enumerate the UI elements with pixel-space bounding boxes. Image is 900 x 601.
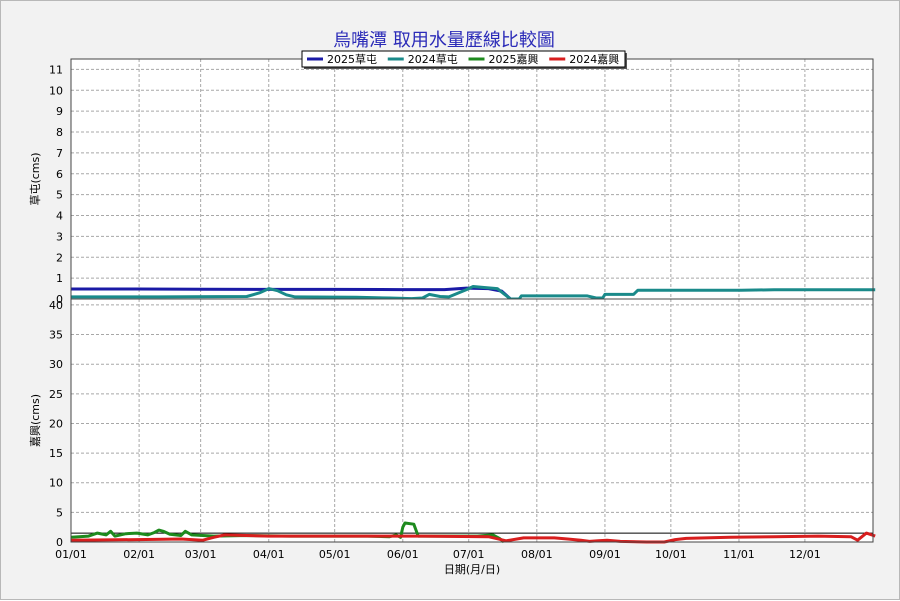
x-tick-label: 04/01 xyxy=(253,548,285,561)
panel-bottom: 0510152025303540嘉興(cms) xyxy=(28,298,876,549)
x-tick-label: 10/01 xyxy=(655,548,687,561)
y-tick-label: 11 xyxy=(49,63,63,76)
y-tick-label: 4 xyxy=(56,210,63,223)
panel-top: 01234567891011草屯(cms) xyxy=(29,58,876,306)
y-tick-label: 3 xyxy=(56,230,63,243)
y-tick-label: 5 xyxy=(56,506,63,519)
y-tick-label: 5 xyxy=(56,189,63,202)
x-tick-label: 07/01 xyxy=(453,548,485,561)
y-tick-label: 6 xyxy=(56,168,63,181)
chart-frame: 烏嘴潭 取用水量歷線比較圖 0 1 2 3 4 5 6 7 8 9 10 11 草屯(cms) 0 5 10 1… xyxy=(0,0,900,600)
x-axis-label: 日期(月/日) xyxy=(444,563,500,576)
legend-entry: 2024嘉興 xyxy=(569,52,619,66)
x-tick-label: 11/01 xyxy=(723,548,755,561)
legend: 2025草屯 2024草屯 2025嘉興 2024嘉興 xyxy=(301,50,627,69)
y-tick-label: 15 xyxy=(49,447,63,460)
x-tick-label: 03/01 xyxy=(185,548,217,561)
y-tick-label: 9 xyxy=(56,105,63,118)
chart-title: 烏嘴潭 取用水量歷線比較圖 xyxy=(333,30,555,51)
plot-area-top xyxy=(71,59,873,299)
x-tick-label: 02/01 xyxy=(123,548,155,561)
x-tick-label: 08/01 xyxy=(521,548,553,561)
y-tick-label: 2 xyxy=(56,251,63,264)
x-tick-label: 05/01 xyxy=(319,548,351,561)
y-tick-label: 25 xyxy=(49,388,63,401)
x-tick-label: 06/01 xyxy=(387,548,419,561)
plot-panels: 01234567891011草屯(cms)0510152025303540嘉興(… xyxy=(28,58,876,561)
y-axis-label-top: 草屯(cms) xyxy=(29,152,42,205)
y-tick-label: 35 xyxy=(49,329,63,342)
y-axis-label-bottom: 嘉興(cms) xyxy=(28,394,42,447)
y-tick-label: 8 xyxy=(56,126,63,139)
legend-entry: 2025嘉興 xyxy=(489,52,539,66)
y-tick-label: 1 xyxy=(56,272,63,285)
y-tick-label: 10 xyxy=(49,84,63,97)
y-tick-label: 10 xyxy=(49,477,63,490)
legend-entry: 2024草屯 xyxy=(408,53,458,66)
x-tick-label: 09/01 xyxy=(589,548,621,561)
y-tick-label: 30 xyxy=(49,358,63,371)
x-tick-label: 01/01 xyxy=(55,548,87,561)
plot-area-bottom xyxy=(71,299,873,542)
legend-entry: 2025草屯 xyxy=(327,53,377,66)
y-tick-label: 7 xyxy=(56,147,63,160)
y-tick-label: 40 xyxy=(49,299,63,312)
y-tick-label: 20 xyxy=(49,417,63,430)
x-tick-label: 12/01 xyxy=(789,548,821,561)
chart-svg: 烏嘴潭 取用水量歷線比較圖 01234567891011草屯(cms)05101… xyxy=(28,30,876,576)
